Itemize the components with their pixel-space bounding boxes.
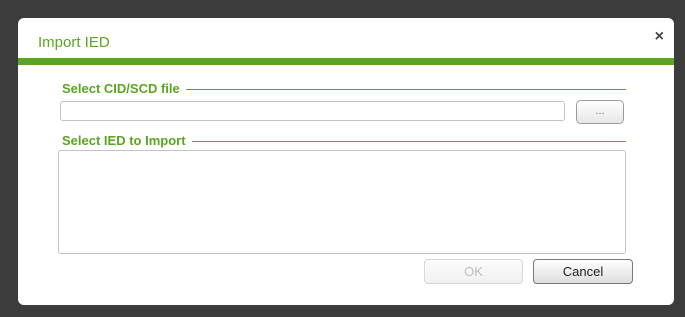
ied-section-label: Select IED to Import [62, 134, 192, 148]
title-divider [18, 58, 674, 65]
import-ied-dialog: Import IED × Select CID/SCD file ... Sel… [18, 18, 674, 305]
dialog-title: Import IED [38, 34, 110, 51]
ok-button[interactable]: OK [424, 259, 523, 284]
close-icon[interactable]: × [655, 29, 664, 45]
file-section-label: Select CID/SCD file [62, 82, 186, 96]
ied-list[interactable] [58, 150, 626, 254]
cancel-button[interactable]: Cancel [533, 259, 633, 284]
browse-button[interactable]: ... [576, 100, 624, 124]
file-path-input[interactable] [60, 101, 565, 121]
